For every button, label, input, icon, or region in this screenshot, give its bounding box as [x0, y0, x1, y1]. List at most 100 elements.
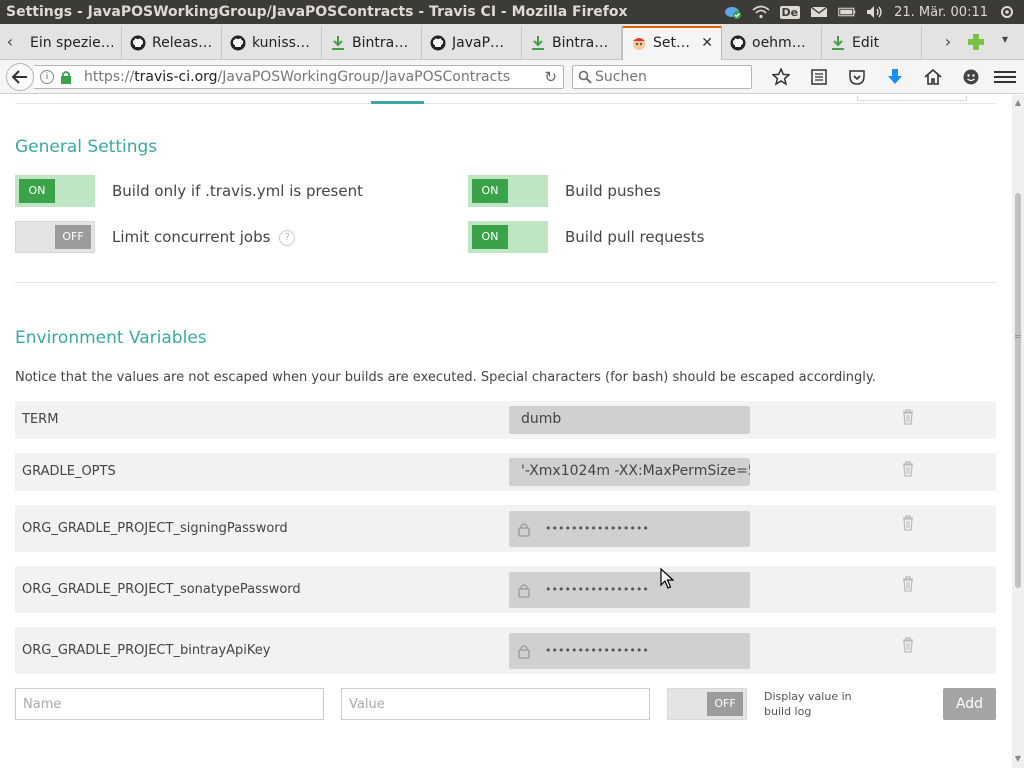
pocket-icon[interactable]: [838, 65, 876, 89]
tab-label: Bintra…: [552, 35, 609, 51]
setting-limit-concurrent-jobs: OFF Limit concurrent jobs ?: [15, 221, 296, 253]
toolbar-icons: [762, 65, 990, 89]
tabs-scroll-right-icon[interactable]: ›: [940, 32, 956, 52]
tab[interactable]: Edit: [822, 26, 922, 60]
environment-variables-title: Environment Variables: [15, 328, 207, 348]
bintray-icon: [330, 35, 346, 51]
trash-icon[interactable]: [902, 637, 914, 657]
cloud-sync-icon[interactable]: [724, 4, 742, 20]
toggle-build-only-travis-yml[interactable]: ON: [15, 175, 95, 207]
lock-icon: [517, 521, 531, 541]
tabs-scroll-left-icon[interactable]: ‹: [2, 32, 18, 52]
setting-label: Build only if .travis.yml is present: [112, 182, 363, 200]
tabs-list: Ein spezie… Releas… kuniss… Bintra… JavaP… Bi…: [22, 26, 922, 60]
navigation-toolbar: i https://travis-ci.org/JavaPOSWorkingGr…: [0, 60, 1024, 94]
settings-tab-strip: [15, 95, 996, 104]
new-tab-icon[interactable]: [966, 33, 986, 55]
scrollbar-grip: [1015, 335, 1021, 338]
home-icon[interactable]: [914, 65, 952, 89]
bookmark-star-icon[interactable]: [762, 65, 800, 89]
env-variable-name: TERM: [22, 412, 59, 427]
tabs-overflow-chevron-icon[interactable]: ▾: [1002, 32, 1008, 46]
scroll-down-icon[interactable]: ▼: [1014, 755, 1022, 763]
sync-account-icon[interactable]: [952, 65, 990, 89]
trash-icon[interactable]: [902, 515, 914, 535]
tab[interactable]: oehm…: [722, 26, 822, 60]
tab[interactable]: Ein spezie…: [22, 26, 122, 60]
tab[interactable]: Bintra…: [522, 26, 622, 60]
tab-label: oehm…: [752, 35, 806, 51]
search-icon: [578, 70, 592, 84]
env-variable-row: GRADLE_OPTS '-Xmx1024m -XX:MaxPermSize=51…: [15, 453, 996, 491]
wifi-icon[interactable]: [752, 4, 770, 20]
bintray-icon: [530, 35, 546, 51]
reload-icon[interactable]: ↻: [544, 68, 557, 86]
setting-label: Build pushes: [565, 182, 661, 200]
github-icon: [130, 35, 146, 51]
env-name-input[interactable]: [15, 688, 324, 720]
help-icon[interactable]: ?: [279, 229, 296, 246]
hamburger-menu-icon[interactable]: [994, 66, 1016, 88]
tab[interactable]: Releas…: [122, 26, 222, 60]
scrollbar-thumb[interactable]: [1015, 193, 1021, 588]
github-icon: [230, 35, 246, 51]
setting-build-pull-requests: ON Build pull requests: [468, 221, 704, 253]
env-variable-value[interactable]: '-Xmx1024m -XX:MaxPermSize=512m: [509, 458, 750, 486]
tab-strip: ‹ Ein spezie… Releas… kuniss… Bintra… JavaP……: [0, 24, 1024, 60]
env-value-input[interactable]: [341, 688, 650, 720]
page-scrollbar[interactable]: ▲ ▼: [1012, 95, 1024, 768]
github-icon: [430, 35, 446, 51]
downloads-icon[interactable]: [876, 65, 914, 89]
tab[interactable]: Bintra…: [322, 26, 422, 60]
toggle-build-pushes[interactable]: ON: [468, 175, 548, 207]
env-variable-value[interactable]: dumb: [509, 406, 750, 434]
mail-icon[interactable]: [810, 4, 828, 20]
setting-label: Limit concurrent jobs ?: [112, 228, 296, 246]
travis-icon: [631, 35, 647, 51]
new-env-variable-form: OFF Display value in build log Add: [15, 688, 996, 720]
search-input[interactable]: [595, 68, 745, 86]
tab[interactable]: kuniss…: [222, 26, 322, 60]
close-tab-icon[interactable]: ✕: [701, 35, 713, 51]
trash-icon[interactable]: [902, 576, 914, 596]
masked-value: ••••••••••••••••: [545, 644, 649, 657]
bookmarks-library-icon[interactable]: [800, 65, 838, 89]
scroll-up-icon[interactable]: ▲: [1014, 99, 1022, 107]
volume-icon[interactable]: [866, 4, 884, 20]
trash-icon[interactable]: [902, 461, 914, 481]
url-bar[interactable]: i https://travis-ci.org/JavaPOSWorkingGr…: [34, 65, 564, 89]
keyboard-layout-indicator[interactable]: De: [779, 5, 801, 19]
env-variable-row: ORG_GRADLE_PROJECT_sonatypePassword •••••…: [15, 566, 996, 613]
search-bar[interactable]: [572, 65, 752, 89]
url-text[interactable]: https://travis-ci.org/JavaPOSWorkingGrou…: [84, 69, 514, 85]
env-variable-value[interactable]: ••••••••••••••••: [509, 572, 750, 608]
masked-value: ••••••••••••••••: [545, 583, 649, 596]
battery-icon[interactable]: [838, 4, 856, 20]
lock-icon: [517, 643, 531, 663]
tab-label: Releas…: [152, 35, 213, 51]
site-info-icon[interactable]: i: [40, 70, 54, 84]
power-gear-icon[interactable]: [998, 4, 1016, 20]
env-variable-name: GRADLE_OPTS: [22, 464, 116, 479]
secure-lock-icon[interactable]: [60, 70, 72, 88]
tab[interactable]: JavaP…: [422, 26, 522, 60]
top-right-control[interactable]: [857, 95, 967, 101]
tab-label: Set…: [653, 35, 690, 51]
general-settings-title: General Settings: [15, 137, 158, 157]
back-button[interactable]: [6, 63, 34, 91]
mouse-cursor-icon: [660, 567, 675, 594]
add-env-variable-button[interactable]: Add: [943, 688, 996, 720]
toggle-limit-concurrent-jobs[interactable]: OFF: [15, 221, 95, 253]
page-content: General Settings ON Build only if .travi…: [0, 95, 1012, 768]
trash-icon[interactable]: [902, 409, 914, 429]
env-variable-value[interactable]: ••••••••••••••••: [509, 511, 750, 547]
env-variable-value[interactable]: ••••••••••••••••: [509, 633, 750, 669]
tab-label: kuniss…: [252, 35, 310, 51]
clock[interactable]: 21. Mär. 00:11: [894, 5, 988, 20]
value-text: '-Xmx1024m -XX:MaxPermSize=512m: [521, 463, 750, 479]
toggle-build-pull-requests[interactable]: ON: [468, 221, 548, 253]
section-divider: [15, 282, 996, 283]
toggle-display-value[interactable]: OFF: [667, 688, 747, 720]
tab-active[interactable]: Set… ✕: [622, 26, 722, 60]
url-path: /JavaPOSWorkingGroup/JavaPOSContracts: [217, 69, 511, 85]
